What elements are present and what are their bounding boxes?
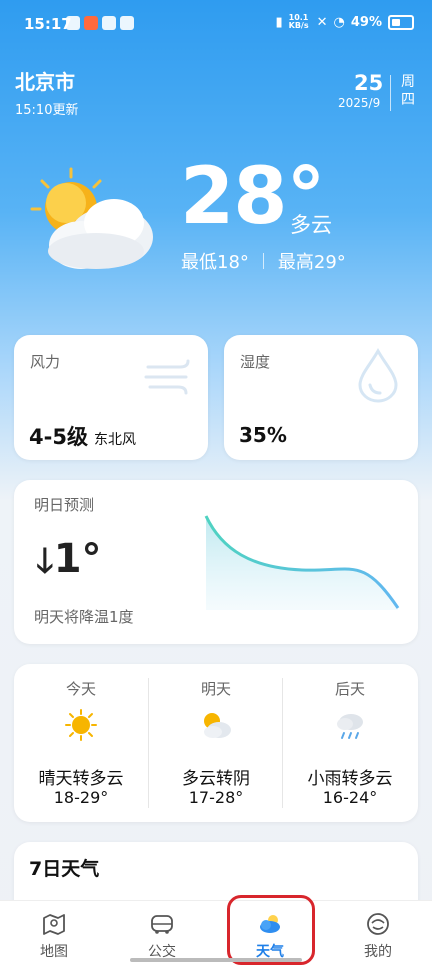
humidity-card[interactable]: 湿度 35% xyxy=(224,335,418,460)
sim-icon: ✕ xyxy=(316,14,328,30)
city-name[interactable]: 北京市 xyxy=(15,66,75,95)
humidity-label: 湿度 xyxy=(240,353,271,371)
forecast-day-after[interactable]: 后天 小雨转多云 16-24° xyxy=(283,664,417,820)
bottom-tab-bar: 地图 公交 天气 我的 xyxy=(0,900,432,965)
current-condition: 多云 xyxy=(290,213,332,237)
divider xyxy=(262,253,264,269)
temperature-trend-chart xyxy=(204,515,400,610)
wind-level: 4-5级 xyxy=(29,425,88,449)
temperature-delta-value: 1° xyxy=(53,536,102,582)
weekday: 周四 xyxy=(401,74,415,108)
three-day-forecast-card: 今天 晴天转多云 18-29° 明天 多云转阴 17-28° 后天 小雨转多云 … xyxy=(14,664,418,822)
wind-card[interactable]: 风力 4-5级 东北风 xyxy=(14,335,208,460)
temperature-delta: 🡓1° xyxy=(36,536,102,594)
forecast-today[interactable]: 今天 晴天转多云 18-29° xyxy=(14,664,148,820)
tomorrow-title: 明日预测 xyxy=(34,496,95,514)
tomorrow-forecast-card[interactable]: 明日预测 🡓1° 明天将降温1度 xyxy=(14,480,418,644)
wind-label: 风力 xyxy=(30,353,61,371)
highlight-box xyxy=(227,895,315,965)
notification-icon xyxy=(84,16,98,30)
partly-cloudy-icon xyxy=(30,167,153,269)
vibrate-icon: ▮ xyxy=(275,14,283,30)
wind-icon xyxy=(144,359,190,395)
battery-text: 49% xyxy=(350,14,382,30)
net-speed: 10.1 KB/s xyxy=(288,13,309,30)
water-drop-icon xyxy=(358,347,398,403)
tomorrow-note: 明天将降温1度 xyxy=(34,608,134,626)
forecast-condition: 小雨转多云 xyxy=(307,769,393,789)
notification-icon xyxy=(120,16,134,30)
home-indicator[interactable] xyxy=(130,958,302,962)
date-day: 25 xyxy=(354,71,384,95)
battery-icon xyxy=(388,14,414,30)
map-icon xyxy=(43,914,65,935)
bus-icon xyxy=(151,915,173,934)
forecast-condition: 多云转阴 xyxy=(182,769,250,789)
forecast-condition: 晴天转多云 xyxy=(38,769,124,789)
tab-label: 我的 xyxy=(364,944,392,960)
humidity-value: 35% xyxy=(239,423,287,447)
forecast-temperature: 17-28° xyxy=(188,788,244,807)
wind-direction: 东北风 xyxy=(93,432,136,448)
status-time: 15:17 xyxy=(24,15,72,33)
tab-label: 地图 xyxy=(40,944,68,960)
tab-bus[interactable]: 公交 xyxy=(108,901,216,965)
profile-icon xyxy=(367,913,389,935)
tab-map[interactable]: 地图 xyxy=(0,901,108,965)
forecast-temperature: 16-24° xyxy=(322,788,378,807)
update-time: 15:10更新 xyxy=(15,103,79,118)
date-divider xyxy=(390,75,391,111)
forecast-tomorrow[interactable]: 明天 多云转阴 17-28° xyxy=(149,664,283,820)
min-temperature: 最低18° xyxy=(181,252,249,273)
partly-cloudy-icon xyxy=(204,713,231,738)
forecast-day: 今天 xyxy=(65,680,96,698)
seven-day-title: 7日天气 xyxy=(29,858,100,880)
wind-value: 4-5级 东北风 xyxy=(29,421,136,451)
max-temperature: 最高29° xyxy=(277,252,346,273)
tab-profile[interactable]: 我的 xyxy=(324,901,432,965)
forecast-temperature: 18-29° xyxy=(53,788,109,807)
forecast-day: 明天 xyxy=(200,680,231,698)
min-max-temperature: 最低18° 最高29° xyxy=(181,248,346,274)
date-year-month: 2025/9 xyxy=(338,96,381,110)
forecast-day: 后天 xyxy=(334,680,365,698)
notification-icon xyxy=(102,16,116,30)
status-right: ▮ 10.1 KB/s ✕ ◔ 49% xyxy=(275,14,414,30)
status-bar: 15:17 ▮ 10.1 KB/s ✕ ◔ 49% xyxy=(0,0,432,52)
notification-icon xyxy=(66,16,80,30)
wifi-icon: ◔ xyxy=(333,14,345,30)
arrow-down-icon: 🡓 xyxy=(36,541,54,581)
rain-cloud-icon xyxy=(337,714,363,739)
sun-icon xyxy=(65,709,97,741)
